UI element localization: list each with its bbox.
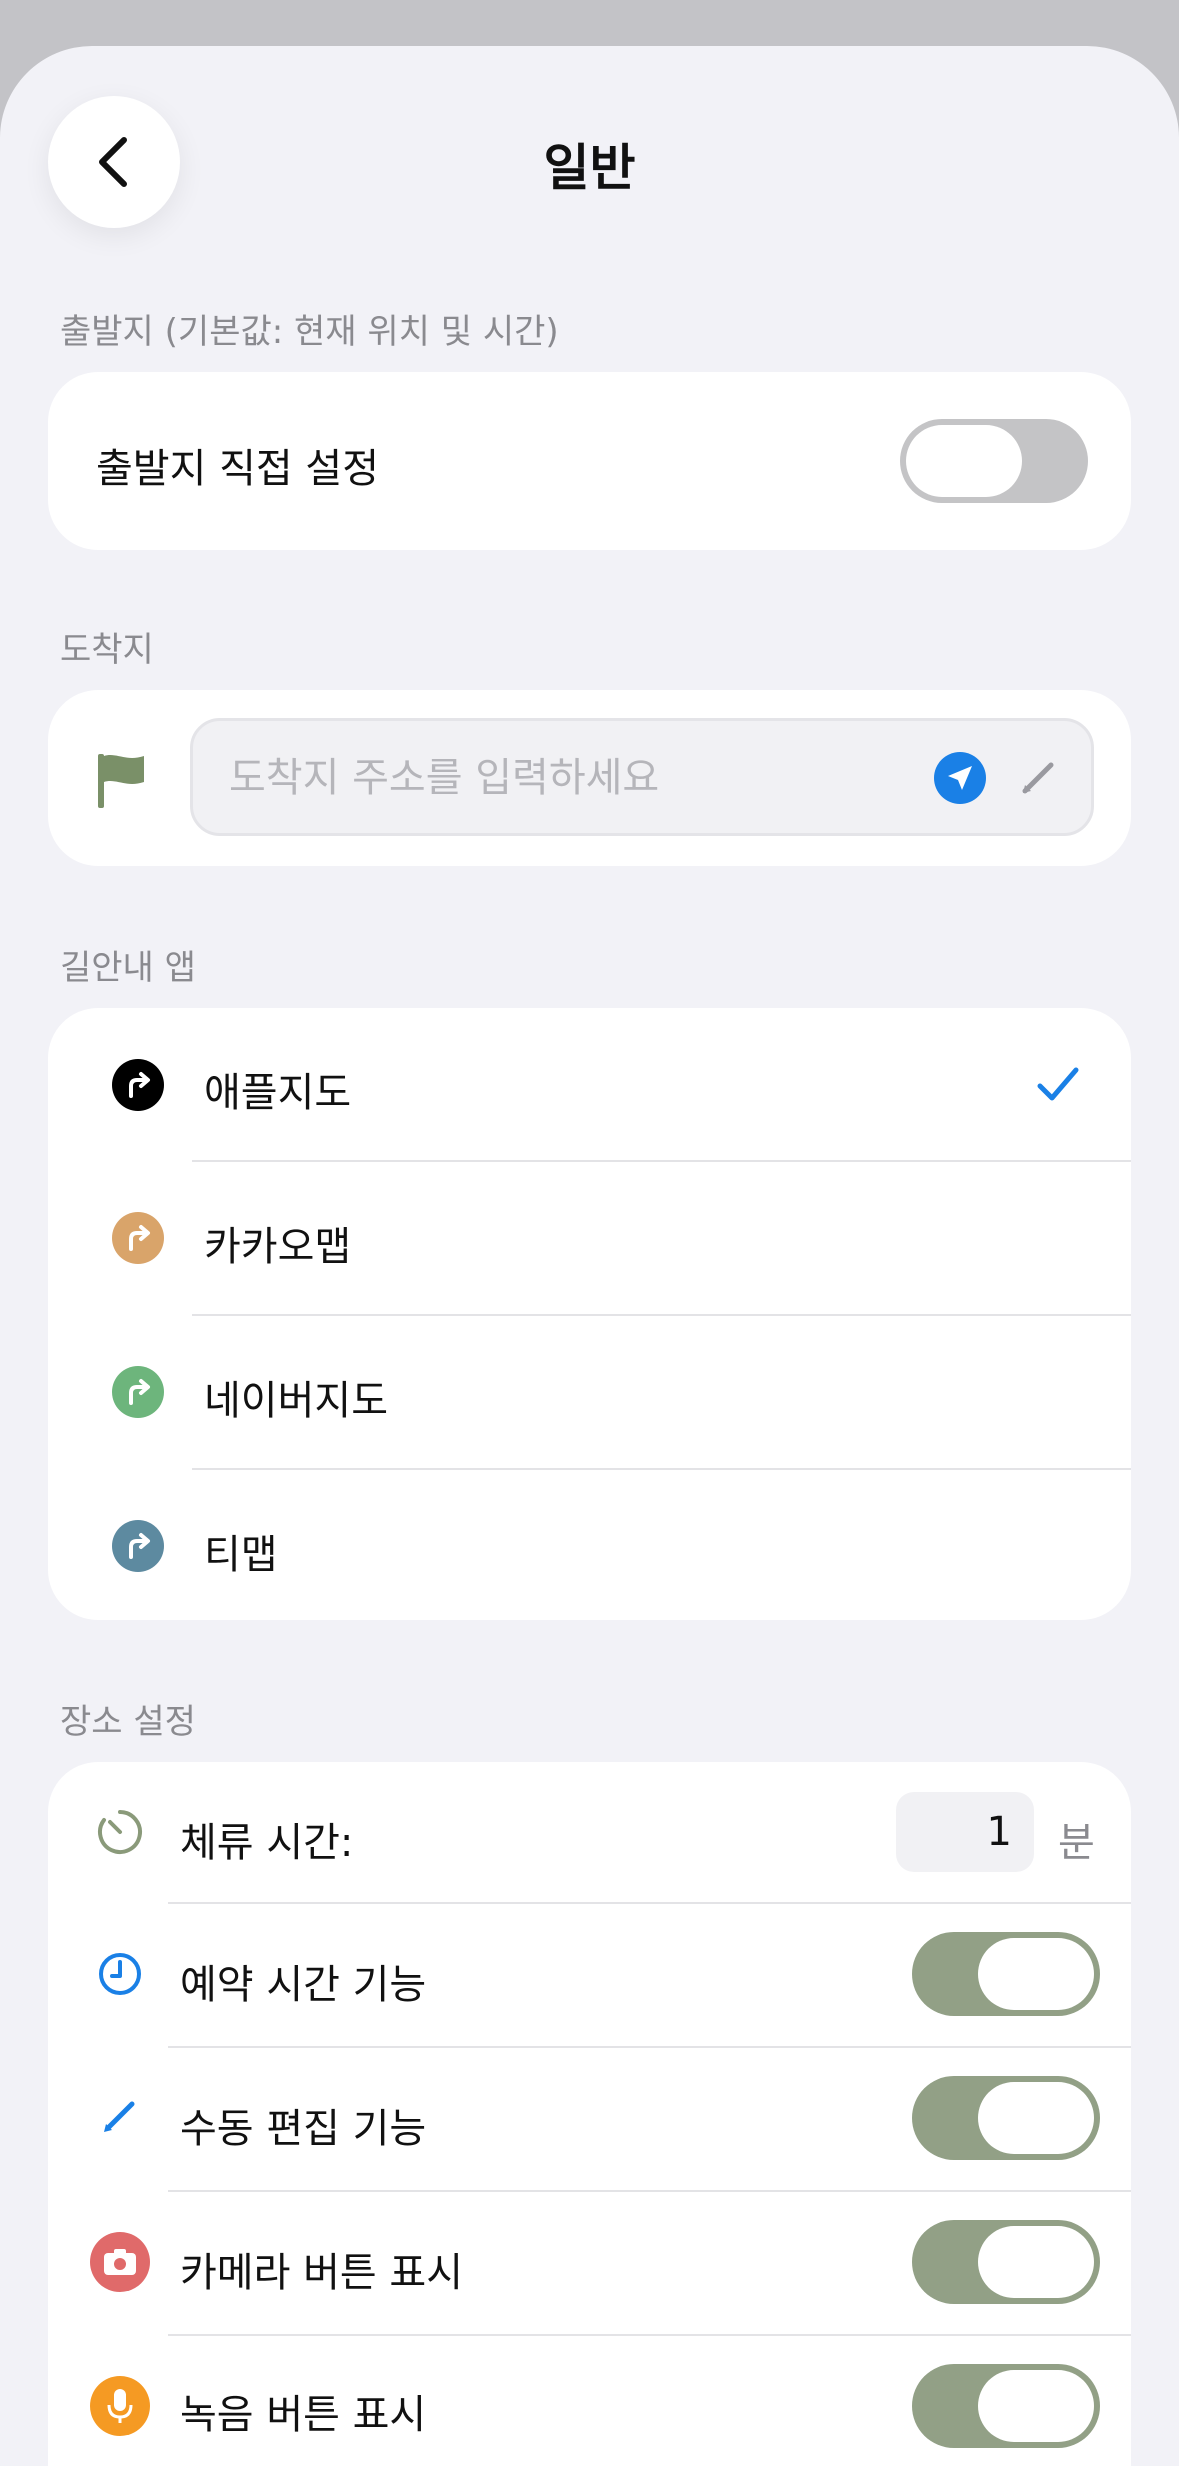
nav-app-item-apple[interactable]: 애플지도 (48, 1008, 1131, 1161)
nav-app-label: 네이버지도 (204, 1378, 388, 1424)
destination-section-label: 도착지 (60, 630, 154, 670)
page-title: 일반 (543, 139, 636, 197)
stay-time-input[interactable]: 1 (896, 1792, 1034, 1872)
nav-apps-card: 애플지도 카카오맵 네이버지도 티맵 (48, 1008, 1131, 1620)
turn-arrow-icon (112, 1366, 164, 1418)
camera-button-toggle[interactable] (912, 2220, 1100, 2304)
turn-arrow-icon (112, 1520, 164, 1572)
place-settings-card: 체류 시간: 1 분 예약 시간 기능 수동 편집 기능 카메라 버튼 표시 녹… (48, 1762, 1131, 2466)
reservation-time-label: 예약 시간 기능 (180, 1962, 427, 2008)
destination-input[interactable] (227, 721, 911, 835)
record-button-label: 녹음 버튼 표시 (180, 2392, 427, 2438)
camera-button-label: 카메라 버튼 표시 (180, 2250, 464, 2296)
clock-icon (99, 1953, 141, 1995)
destination-input-box (190, 718, 1094, 836)
turn-arrow-icon (112, 1059, 164, 1111)
origin-toggle-label: 출발지 직접 설정 (96, 446, 380, 492)
origin-section-label: 출발지 (기본값: 현재 위치 및 시간) (60, 312, 559, 352)
nav-app-label: 티맵 (204, 1532, 278, 1578)
location-arrow-icon[interactable] (934, 752, 986, 804)
nav-app-item-naver[interactable]: 네이버지도 (48, 1316, 1131, 1468)
stay-time-label: 체류 시간: (180, 1820, 354, 1866)
timer-icon (98, 1810, 142, 1854)
microphone-icon (90, 2376, 150, 2436)
turn-arrow-icon (112, 1212, 164, 1264)
origin-card: 출발지 직접 설정 (48, 372, 1131, 550)
nav-app-item-kakao[interactable]: 카카오맵 (48, 1162, 1131, 1314)
reservation-time-toggle[interactable] (912, 1932, 1100, 2016)
nav-app-item-tmap[interactable]: 티맵 (48, 1470, 1131, 1620)
settings-sheet: 일반 출발지 (기본값: 현재 위치 및 시간) 출발지 직접 설정 도착지 길… (0, 46, 1179, 2466)
nav-apps-section-label: 길안내 앱 (60, 948, 196, 988)
flag-icon (98, 754, 144, 808)
record-button-toggle[interactable] (912, 2364, 1100, 2448)
pencil-icon[interactable] (1019, 757, 1059, 797)
checkmark-icon (1037, 1067, 1079, 1101)
camera-icon (90, 2232, 150, 2292)
place-settings-section-label: 장소 설정 (60, 1702, 196, 1742)
origin-toggle[interactable] (900, 419, 1088, 503)
pencil-icon (104, 2101, 135, 2132)
nav-app-label: 카카오맵 (204, 1224, 352, 1270)
nav-app-label: 애플지도 (204, 1070, 352, 1116)
manual-edit-label: 수동 편집 기능 (180, 2106, 427, 2152)
manual-edit-toggle[interactable] (912, 2076, 1100, 2160)
destination-card (48, 690, 1131, 866)
stay-time-unit: 분 (1058, 1820, 1095, 1866)
